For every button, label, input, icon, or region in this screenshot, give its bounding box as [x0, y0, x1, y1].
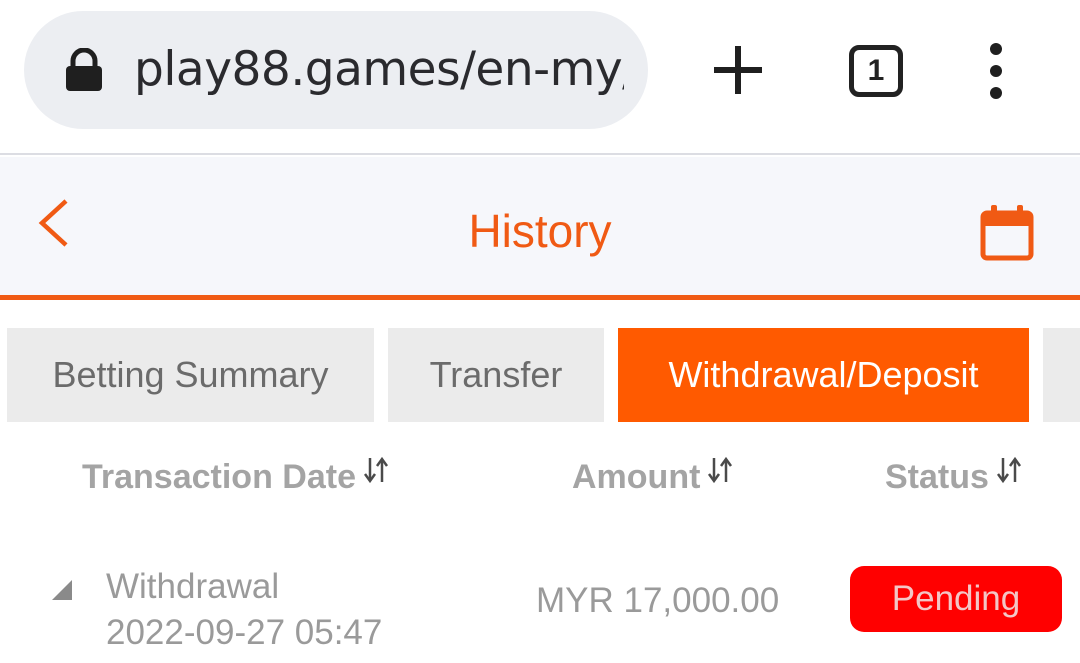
calendar-icon[interactable] — [980, 203, 1034, 261]
tab-switcher-icon[interactable]: 1 — [849, 45, 903, 97]
lock-icon — [66, 48, 102, 91]
column-label: Amount — [572, 457, 701, 496]
column-label: Status — [885, 457, 989, 496]
browser-toolbar: play88.games/en-my/r 1 — [0, 0, 1080, 155]
url-text[interactable]: play88.games/en-my/r — [134, 39, 624, 101]
transaction-type: Withdrawal — [106, 567, 280, 606]
tab-label: Betting Summary — [52, 354, 329, 395]
column-header-status[interactable]: Status — [885, 452, 1023, 502]
transaction-amount: MYR 17,000.00 — [536, 581, 780, 620]
sort-icon — [708, 456, 733, 484]
tab-withdrawal-deposit[interactable]: Withdrawal/Deposit — [618, 328, 1029, 422]
sort-icon — [363, 456, 389, 484]
column-header-amount[interactable]: Amount — [572, 452, 734, 502]
tab-label: Transfer — [429, 354, 563, 395]
status-label: Pending — [891, 579, 1021, 618]
overflow-menu-icon[interactable] — [980, 42, 1012, 100]
sort-icon — [996, 456, 1021, 484]
tab-count: 1 — [867, 54, 885, 87]
page-title: History — [468, 205, 612, 257]
app-header: History — [0, 157, 1080, 300]
new-tab-plus-icon[interactable] — [708, 40, 768, 100]
tab-betting-summary[interactable]: Betting Summary — [7, 328, 374, 422]
tab-label: Withdrawal/Deposit — [668, 354, 979, 395]
tab-transfer[interactable]: Transfer — [388, 328, 604, 422]
address-bar[interactable]: play88.games/en-my/r — [24, 11, 648, 129]
back-chevron-icon[interactable] — [36, 197, 76, 249]
column-label: Transaction Date — [82, 457, 356, 496]
transaction-date: 2022-09-27 05:47 — [106, 613, 383, 652]
status-badge[interactable]: Pending — [850, 566, 1062, 632]
expand-triangle-icon[interactable] — [52, 580, 72, 600]
column-header-transaction-date[interactable]: Transaction Date — [82, 452, 390, 502]
tab-next-partial[interactable] — [1043, 328, 1080, 422]
